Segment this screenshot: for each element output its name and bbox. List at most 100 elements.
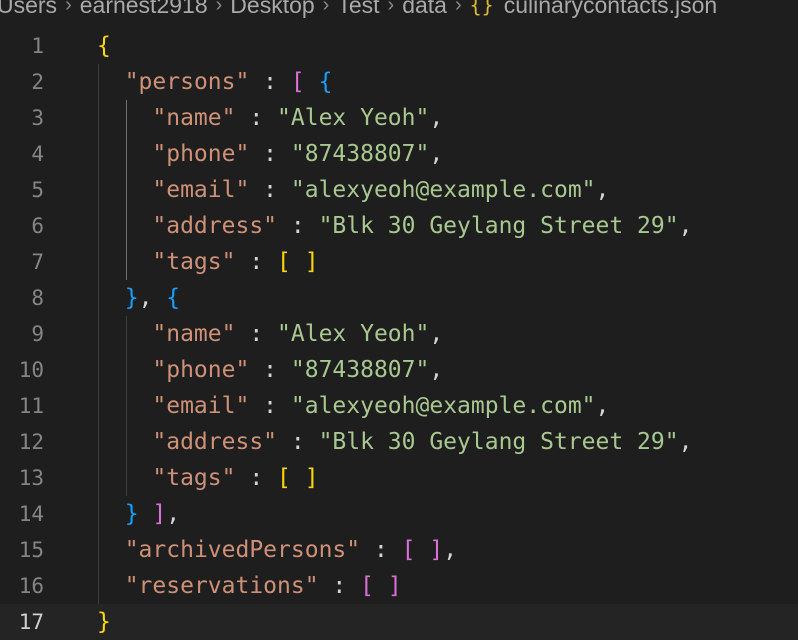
code-line[interactable]: 17} xyxy=(0,604,798,640)
code-line[interactable]: 9 "name" : "Alex Yeoh", xyxy=(0,316,798,352)
code-token: ] xyxy=(152,501,167,527)
code-token: "Blk 30 Geylang Street 29" xyxy=(318,429,679,455)
code-line[interactable]: 4 "phone" : "87438807", xyxy=(0,136,798,172)
line-number: 15 xyxy=(18,538,44,562)
code-token: "address" xyxy=(152,429,278,455)
breadcrumb-row: Users › earnest2918 › Desktop › Test › d… xyxy=(0,0,718,17)
breadcrumb-item-test[interactable]: Test xyxy=(337,0,379,17)
line-number: 16 xyxy=(18,574,44,598)
code-text: "phone" : "87438807", xyxy=(97,136,443,172)
code-line[interactable]: 5 "email" : "alexyeoh@example.com", xyxy=(0,172,798,208)
code-token: , xyxy=(678,213,693,239)
code-token: "Alex Yeoh" xyxy=(277,105,430,131)
code-text: { xyxy=(97,28,111,64)
code-text: "archivedPersons" : [ ], xyxy=(97,532,457,568)
code-token: , xyxy=(429,105,444,131)
line-number: 13 xyxy=(18,466,44,490)
code-line[interactable]: 1{ xyxy=(0,28,798,64)
code-token: : xyxy=(235,249,278,275)
code-line[interactable]: 2 "persons" : [ { xyxy=(0,64,798,100)
code-token: , xyxy=(429,357,444,383)
code-line[interactable]: 15 "archivedPersons" : [ ], xyxy=(0,532,798,568)
line-number: 11 xyxy=(18,394,44,418)
code-token: "87438807" xyxy=(290,357,430,383)
code-token: : xyxy=(249,357,291,383)
code-token: [ ] xyxy=(277,465,319,491)
line-number: 17 xyxy=(18,610,44,634)
line-number: 12 xyxy=(18,430,44,454)
line-number: 9 xyxy=(31,322,44,346)
code-text: "name" : "Alex Yeoh", xyxy=(97,316,443,352)
code-line[interactable]: 10 "phone" : "87438807", xyxy=(0,352,798,388)
breadcrumb-item-desktop[interactable]: Desktop xyxy=(230,0,314,17)
code-text: "name" : "Alex Yeoh", xyxy=(97,100,443,136)
code-text: "reservations" : [ ] xyxy=(97,568,402,604)
code-token: "tags" xyxy=(152,465,236,491)
code-line[interactable]: 14 } ], xyxy=(0,496,798,532)
code-token: "name" xyxy=(152,321,236,347)
breadcrumb-item-data[interactable]: data xyxy=(402,0,447,17)
breadcrumb-item-user[interactable]: earnest2918 xyxy=(80,0,208,17)
code-token: "phone" xyxy=(152,357,250,383)
code-token: "email" xyxy=(152,393,250,419)
line-number: 6 xyxy=(31,214,44,238)
code-token: { xyxy=(166,285,181,311)
code-line[interactable]: 11 "email" : "alexyeoh@example.com", xyxy=(0,388,798,424)
code-token: : xyxy=(235,105,278,131)
code-token: : xyxy=(318,573,361,599)
code-line[interactable]: 13 "tags" : [ ] xyxy=(0,460,798,496)
code-line[interactable]: 7 "tags" : [ ] xyxy=(0,244,798,280)
indent-guide xyxy=(98,64,99,604)
code-line[interactable]: 12 "address" : "Blk 30 Geylang Street 29… xyxy=(0,424,798,460)
breadcrumb-item-file[interactable]: culinarycontacts.json xyxy=(504,0,718,17)
code-token: "reservations" xyxy=(124,573,319,599)
code-token: [ xyxy=(290,69,305,95)
code-token: , xyxy=(443,537,458,563)
chevron-right-icon: › xyxy=(215,0,223,16)
code-text: "address" : "Blk 30 Geylang Street 29", xyxy=(97,424,692,460)
code-line[interactable]: 6 "address" : "Blk 30 Geylang Street 29"… xyxy=(0,208,798,244)
code-token: "persons" xyxy=(124,69,250,95)
line-number: 14 xyxy=(18,502,44,526)
code-token: { xyxy=(97,33,111,59)
code-text: }, { xyxy=(97,280,180,316)
code-token: [ ] xyxy=(360,573,402,599)
breadcrumb: Users › earnest2918 › Desktop › Test › d… xyxy=(0,0,798,20)
chevron-right-icon: › xyxy=(65,0,72,16)
line-number: 3 xyxy=(31,106,44,130)
code-text: "tags" : [ ] xyxy=(97,244,319,280)
code-token: "alexyeoh@example.com" xyxy=(290,177,596,203)
code-token: : xyxy=(235,465,278,491)
breadcrumb-item-users[interactable]: Users xyxy=(0,0,57,17)
code-token: , xyxy=(595,177,610,203)
code-line[interactable]: 8 }, { xyxy=(0,280,798,316)
code-token: : xyxy=(277,429,319,455)
indent-guide-active xyxy=(126,100,127,280)
line-number: 7 xyxy=(31,250,44,274)
code-text: "tags" : [ ] xyxy=(97,460,319,496)
code-line[interactable]: 16 "reservations" : [ ] xyxy=(0,568,798,604)
code-line[interactable]: 3 "name" : "Alex Yeoh", xyxy=(0,100,798,136)
code-token: "address" xyxy=(152,213,278,239)
code-editor[interactable]: 17} 16 "reservations" : [ ] 15 "archivedPe… xyxy=(0,28,798,640)
code-token: : xyxy=(249,393,291,419)
code-text: } ], xyxy=(97,496,180,532)
line-number: 8 xyxy=(31,286,44,310)
code-text: "persons" : [ { xyxy=(97,64,333,100)
code-token: "tags" xyxy=(152,249,236,275)
line-number: 10 xyxy=(18,358,44,382)
code-token: [ ] xyxy=(277,249,319,275)
indent-guide xyxy=(126,316,127,496)
